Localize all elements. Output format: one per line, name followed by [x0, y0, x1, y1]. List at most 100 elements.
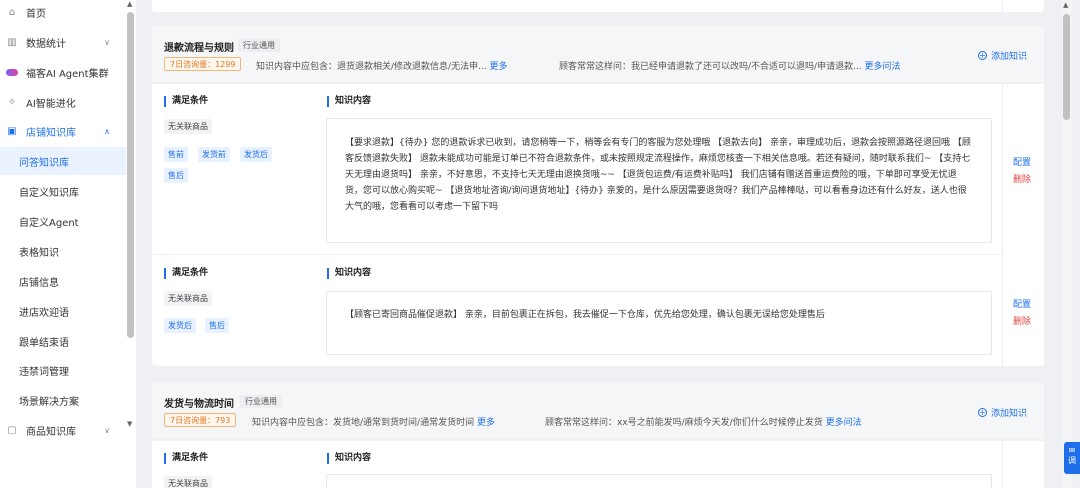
divider — [1002, 84, 1003, 366]
ask-hint-text: 顾客常常这样问：我已经申请退款了还可以改吗/不合适可以退吗/申请退款... — [559, 62, 862, 72]
no-product-label: 无关联商品 — [164, 119, 212, 134]
knowledge-content-title: 知识内容 — [327, 268, 371, 279]
plus-circle-icon: + — [978, 51, 987, 60]
brand-icon — [6, 66, 18, 78]
industry-tag: 行业通用 — [240, 395, 282, 408]
sidebar-item-label: 福客AI Agent集群 — [26, 68, 109, 80]
sidebar-item-store-info[interactable]: 店铺信息 — [0, 267, 126, 295]
industry-tag: 行业通用 — [238, 39, 280, 52]
sidebar-scrollbar-thumb[interactable] — [127, 12, 134, 338]
sidebar-item-banned-words[interactable]: 违禁词管理 — [0, 356, 126, 384]
book-icon: ▣ — [7, 125, 17, 137]
sidebar-item-label: 违禁词管理 — [19, 366, 69, 378]
add-knowledge-label: 添加知识 — [991, 52, 1028, 62]
floating-help-label: 调 — [1068, 456, 1076, 465]
previous-section-card — [152, 0, 1044, 12]
sidebar-item-qa-knowledge[interactable]: 问答知识库 — [0, 147, 126, 175]
ask-hint-text: 顾客常常这样问：xx号之前能发吗/麻烦今天发/你们什么时候停止发货 — [545, 418, 823, 428]
chevron-up-icon: ∧ — [104, 126, 110, 136]
ask-hint: 顾客常常这样问：我已经申请退款了还可以改吗/不合适可以退吗/申请退款... 更多… — [559, 59, 901, 72]
chart-icon: ▥ — [7, 36, 17, 48]
sidebar-item-label: 店铺知识库 — [26, 127, 76, 139]
scroll-up-icon[interactable]: ▲ — [127, 0, 132, 8]
sidebar-item-custom-agent[interactable]: 自定义Agent — [0, 207, 126, 235]
knowledge-content-box[interactable]: 【要求退款】{待办} 您的退款诉求已收到，请您稍等一下，稍等会有专门的客服为您处… — [326, 118, 992, 243]
sidebar-item-label: 数据统计 — [26, 38, 66, 50]
sidebar-item-label: 店铺信息 — [19, 277, 59, 289]
consult-count-badge: 7日咨询量：793 — [164, 413, 237, 427]
condition-title: 满足条件 — [164, 453, 208, 464]
sidebar-item-label: 跟单结束语 — [19, 337, 69, 349]
chevron-down-icon: ∨ — [104, 37, 110, 47]
stage-chip: 发货后 — [164, 318, 196, 333]
section-header-shipping — [152, 383, 1044, 439]
stage-chip: 发货前 — [198, 147, 230, 162]
sidebar-item-closing-message[interactable]: 跟单结束语 — [0, 327, 126, 355]
knowledge-content-box[interactable]: 【顾客已寄回商品催促退款】 亲亲，目前包裹正在拆包，我去催促一下仓库，优先给您处… — [326, 291, 992, 355]
divider — [1002, 441, 1003, 488]
sidebar: ⌂ 首页 ▥ 数据统计 ∨ 福客AI Agent集群 ✧ AI智能进化 ▣ 店铺… — [0, 0, 136, 488]
scroll-up-icon[interactable]: ▲ — [1063, 1, 1068, 9]
no-product-label: 无关联商品 — [164, 476, 212, 488]
stage-chip: 发货后 — [240, 147, 272, 162]
sidebar-item-table-knowledge[interactable]: 表格知识 — [0, 237, 126, 265]
scroll-down-icon[interactable]: ▼ — [127, 420, 132, 428]
sidebar-item-scenario-solutions[interactable]: 场景解决方案 — [0, 386, 126, 414]
config-button[interactable]: 配置 — [1013, 297, 1031, 310]
sidebar-item-data-stats[interactable]: ▥ 数据统计 ∨ — [0, 28, 126, 56]
row-divider — [152, 254, 1002, 255]
add-knowledge-label: 添加知识 — [991, 409, 1028, 419]
delete-button[interactable]: 删除 — [1013, 172, 1031, 185]
divider — [1002, 0, 1003, 12]
section-header-refund — [152, 26, 1044, 82]
sidebar-item-ai-evolution[interactable]: ✧ AI智能进化 — [0, 88, 126, 116]
condition-title: 满足条件 — [164, 96, 208, 107]
chat-icon: ✉ — [1068, 446, 1076, 455]
more-asks-link[interactable]: 更多问法 — [826, 418, 862, 428]
add-knowledge-button[interactable]: + 添加知识 — [978, 49, 1027, 62]
stage-chip: 售后 — [205, 318, 229, 333]
config-button[interactable]: 配置 — [1013, 155, 1031, 168]
main-scrollbar[interactable]: ▲ — [1062, 0, 1072, 488]
sidebar-item-label: 场景解决方案 — [19, 396, 79, 408]
more-link[interactable]: 更多 — [490, 62, 508, 72]
knowledge-hint-text: 知识内容中应包含：发货地/通常到货时间/通常发货时间 — [252, 418, 475, 428]
ask-hint: 顾客常常这样问：xx号之前能发吗/麻烦今天发/你们什么时候停止发货 更多问法 — [545, 415, 862, 428]
sidebar-item-agent-cluster[interactable]: 福客AI Agent集群 — [0, 58, 126, 86]
stage-chip: 售后 — [164, 168, 188, 183]
sidebar-item-store-knowledge[interactable]: ▣ 店铺知识库 ∧ — [0, 117, 126, 145]
sidebar-item-home[interactable]: ⌂ 首页 — [0, 0, 126, 26]
add-knowledge-button[interactable]: + 添加知识 — [978, 406, 1027, 419]
knowledge-content-box[interactable] — [326, 474, 992, 488]
delete-button[interactable]: 删除 — [1013, 314, 1031, 327]
home-icon: ⌂ — [8, 6, 16, 18]
sidebar-item-label: 商品知识库 — [26, 426, 76, 438]
more-asks-link[interactable]: 更多问法 — [865, 62, 901, 72]
sidebar-item-label: 进店欢迎语 — [19, 307, 69, 319]
sidebar-item-label: AI智能进化 — [26, 98, 76, 110]
knowledge-content-title: 知识内容 — [327, 453, 371, 464]
sidebar-item-product-knowledge[interactable]: ▢ 商品知识库 ∨ — [0, 416, 126, 444]
box-icon: ▢ — [7, 424, 17, 436]
no-product-label: 无关联商品 — [164, 291, 212, 306]
sidebar-item-label: 自定义Agent — [19, 217, 79, 229]
sidebar-scrollbar[interactable]: ▲ ▼ — [126, 0, 136, 488]
stage-chip: 售前 — [164, 147, 188, 162]
knowledge-hint-text: 知识内容中应包含：退货退款相关/修改退款信息/无法申... — [256, 62, 487, 72]
more-link[interactable]: 更多 — [477, 418, 495, 428]
knowledge-content-title: 知识内容 — [327, 96, 371, 107]
sidebar-item-welcome-message[interactable]: 进店欢迎语 — [0, 297, 126, 325]
floating-help-button[interactable]: ✉ 调 — [1064, 442, 1080, 474]
sidebar-item-label: 问答知识库 — [19, 157, 69, 169]
section-title: 退款流程与规则 — [164, 43, 234, 54]
sparkle-icon: ✧ — [7, 96, 17, 108]
sidebar-item-label: 表格知识 — [19, 247, 59, 259]
condition-title: 满足条件 — [164, 268, 208, 279]
knowledge-hint: 知识内容中应包含：发货地/通常到货时间/通常发货时间 更多 — [252, 415, 495, 428]
main-scrollbar-thumb[interactable] — [1063, 14, 1070, 120]
sidebar-item-custom-knowledge[interactable]: 自定义知识库 — [0, 177, 126, 205]
section-title: 发货与物流时间 — [164, 399, 234, 410]
sidebar-item-label: 首页 — [26, 8, 46, 20]
chevron-down-icon: ∨ — [104, 425, 110, 435]
sidebar-item-label: 自定义知识库 — [19, 187, 79, 199]
